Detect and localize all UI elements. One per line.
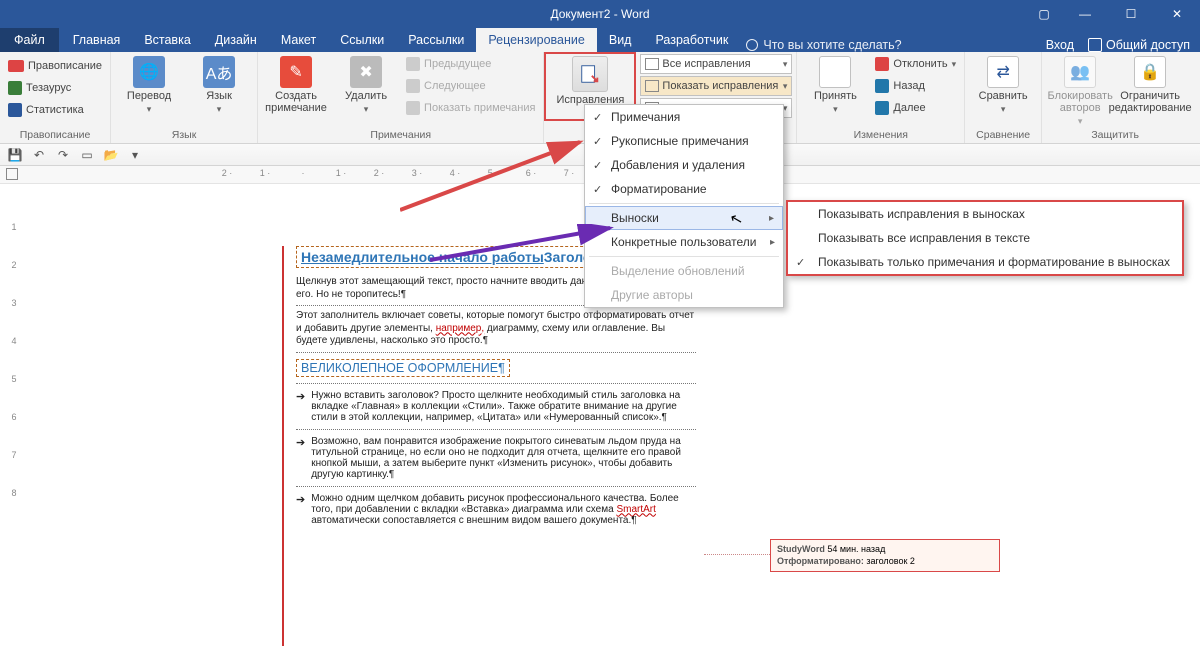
group-label-changes: Изменения — [803, 129, 958, 143]
comment-icon: ✎ — [280, 56, 312, 88]
maximize-icon[interactable]: ☐ — [1108, 0, 1154, 28]
tell-me-search[interactable]: Что вы хотите сделать? — [746, 38, 901, 52]
vertical-ruler[interactable]: 12345678 — [6, 184, 22, 532]
tab-developer[interactable]: Разработчик — [643, 28, 740, 52]
next-comment-button[interactable]: Следующее — [404, 76, 537, 96]
signin-link[interactable]: Вход — [1046, 38, 1074, 52]
block-authors-button[interactable]: 👥Блокировать авторов▾ — [1048, 54, 1112, 127]
track-changes-icon — [572, 56, 608, 92]
show-comments-icon — [406, 101, 420, 115]
qat-customize-icon[interactable]: ▾ — [126, 146, 144, 164]
balloons-option-1[interactable]: Показывать исправления в выносках — [788, 202, 1182, 226]
prev-change-button[interactable]: Назад — [873, 76, 958, 96]
close-icon[interactable]: ✕ — [1154, 0, 1200, 28]
prev-comment-button[interactable]: Предыдущее — [404, 54, 537, 74]
accept-icon: ✔ — [819, 56, 851, 88]
thesaurus-button[interactable]: Тезаурус — [6, 78, 104, 98]
stats-icon — [8, 103, 22, 117]
window-title: Документ2 - Word — [550, 7, 649, 21]
next-change-button[interactable]: Далее — [873, 98, 958, 118]
tab-insert[interactable]: Вставка — [132, 28, 202, 52]
group-label-spelling: Правописание — [6, 129, 104, 143]
tab-file[interactable]: Файл — [0, 28, 59, 52]
tab-home[interactable]: Главная — [61, 28, 133, 52]
qat-redo-icon[interactable]: ↷ — [54, 146, 72, 164]
doc-heading-1[interactable]: Незамедлительное начало работыЗаголово — [296, 246, 613, 268]
balloons-submenu: Показывать исправления в выносках Показы… — [786, 200, 1184, 276]
doc-bullet[interactable]: Можно одним щелчком добавить рисунок про… — [296, 486, 696, 526]
balloons-option-2[interactable]: Показывать все исправления в тексте — [788, 226, 1182, 250]
next-icon — [406, 79, 420, 93]
group-label-language: Язык — [117, 129, 251, 143]
markup-view-icon — [645, 58, 659, 70]
arrow-right-icon — [875, 101, 889, 115]
abc-check-icon — [8, 60, 24, 72]
share-button[interactable]: Общий доступ — [1088, 38, 1190, 52]
lock-icon: 🔒 — [1134, 56, 1166, 88]
accept-button[interactable]: ✔Принять▾ — [803, 54, 867, 115]
restrict-editing-button[interactable]: 🔒Ограничить редактирование — [1118, 54, 1182, 114]
change-marker-bar — [282, 246, 284, 646]
lightbulb-icon — [746, 39, 758, 51]
language-icon: Aあ — [203, 56, 235, 88]
show-markup-dropdown[interactable]: Показать исправления▾ — [640, 76, 792, 96]
qat-new-icon[interactable]: ▭ — [78, 146, 96, 164]
reject-icon — [875, 57, 889, 71]
menu-tabs: Файл Главная Вставка Дизайн Макет Ссылки… — [0, 28, 1200, 52]
ribbon-options-icon[interactable]: ▢ — [1026, 0, 1062, 28]
menu-item-comments[interactable]: Примечания — [585, 105, 783, 129]
delete-comment-button[interactable]: ✖Удалить▾ — [334, 54, 398, 115]
menu-item-highlight: Выделение обновлений — [585, 259, 783, 283]
tab-review[interactable]: Рецензирование — [476, 28, 597, 52]
group-label-protect: Защитить — [1048, 129, 1182, 143]
prev-icon — [406, 57, 420, 71]
menu-item-formatting[interactable]: Форматирование — [585, 177, 783, 201]
ruler-corner-icon — [6, 168, 18, 180]
tab-view[interactable]: Вид — [597, 28, 644, 52]
doc-heading-2[interactable]: ВЕЛИКОЛЕПНОЕ ОФОРМЛЕНИЕ¶ — [296, 359, 510, 377]
show-markup-icon — [645, 80, 659, 92]
book-icon — [8, 81, 22, 95]
reject-button[interactable]: Отклонить ▾ — [873, 54, 958, 74]
arrow-left-icon — [875, 79, 889, 93]
language-button[interactable]: AあЯзык▾ — [187, 54, 251, 115]
qat-undo-icon[interactable]: ↶ — [30, 146, 48, 164]
qat-save-icon[interactable]: 💾 — [6, 146, 24, 164]
menu-item-ink[interactable]: Рукописные примечания — [585, 129, 783, 153]
group-label-comments: Примечания — [264, 129, 537, 143]
menu-item-insdel[interactable]: Добавления и удаления — [585, 153, 783, 177]
tab-layout[interactable]: Макет — [269, 28, 328, 52]
menu-item-other: Другие авторы — [585, 283, 783, 307]
tab-references[interactable]: Ссылки — [328, 28, 396, 52]
globe-icon: 🌐 — [133, 56, 165, 88]
display-for-review-dropdown[interactable]: Все исправления▾ — [640, 54, 792, 74]
tab-design[interactable]: Дизайн — [203, 28, 269, 52]
doc-paragraph[interactable]: Этот заполнитель включает советы, которы… — [296, 306, 696, 353]
show-markup-menu: Примечания Рукописные примечания Добавле… — [584, 104, 784, 308]
minimize-icon[interactable]: — — [1062, 0, 1108, 28]
menu-item-reviewers[interactable]: Конкретные пользователи — [585, 230, 783, 254]
translate-button[interactable]: 🌐Перевод▾ — [117, 54, 181, 115]
qat-open-icon[interactable]: 📂 — [102, 146, 120, 164]
show-comments-button[interactable]: Показать примечания — [404, 98, 537, 118]
compare-icon: ⇄ — [987, 56, 1019, 88]
share-icon — [1088, 38, 1102, 52]
balloon-connector-line — [704, 554, 770, 555]
title-bar: Документ2 - Word ▢ — ☐ ✕ — [0, 0, 1200, 28]
doc-bullet[interactable]: Возможно, вам понравится изображение пок… — [296, 429, 696, 480]
revision-balloon[interactable]: StudyWord 54 мин. назад Отформатировано:… — [770, 539, 1000, 572]
stats-button[interactable]: Статистика — [6, 100, 104, 120]
compare-button[interactable]: ⇄Сравнить▾ — [971, 54, 1035, 115]
group-label-compare: Сравнение — [971, 129, 1035, 143]
spelling-button[interactable]: Правописание — [6, 56, 104, 76]
delete-icon: ✖ — [350, 56, 382, 88]
block-icon: 👥 — [1064, 56, 1096, 88]
doc-bullet[interactable]: Нужно вставить заголовок? Просто щелкнит… — [296, 383, 696, 423]
balloons-option-3[interactable]: Показывать только примечания и форматиро… — [788, 250, 1182, 274]
new-comment-button[interactable]: ✎Создать примечание — [264, 54, 328, 114]
tab-mailings[interactable]: Рассылки — [396, 28, 476, 52]
menu-item-balloons[interactable]: Выноски — [585, 206, 783, 230]
